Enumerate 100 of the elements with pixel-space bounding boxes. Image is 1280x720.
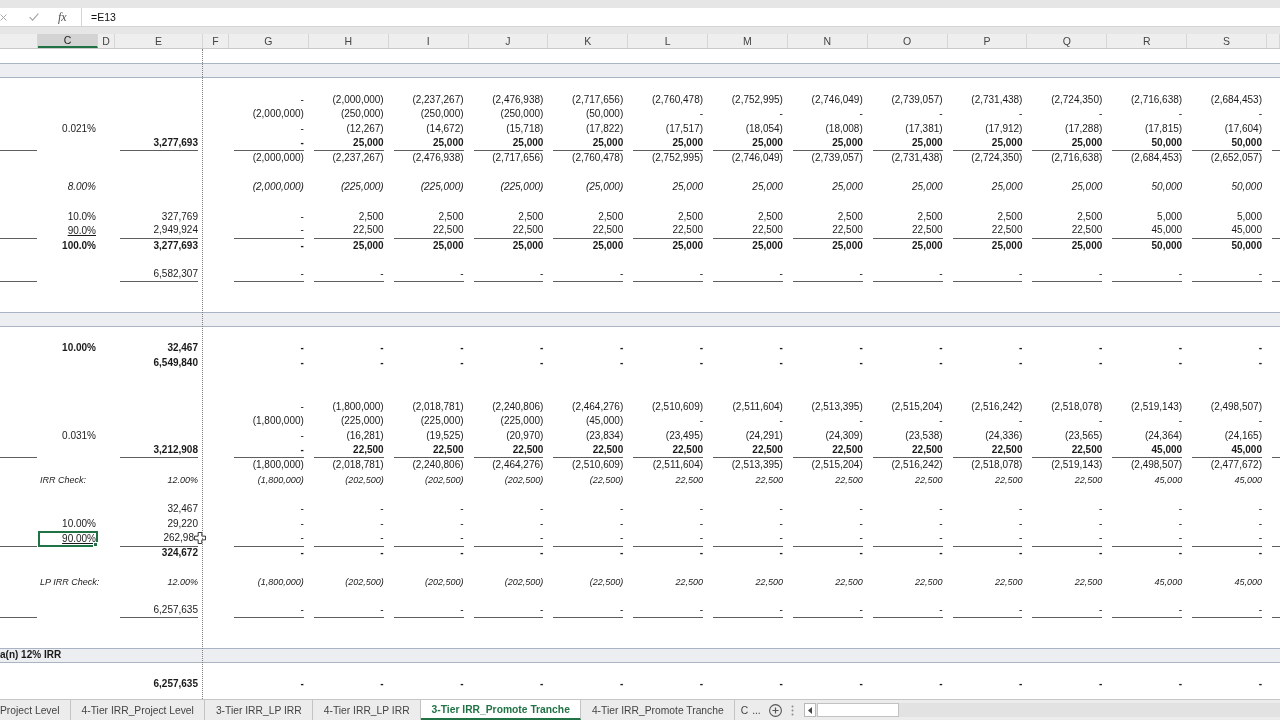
- amount-text: -: [380, 678, 384, 691]
- column-header[interactable]: S: [1187, 34, 1267, 48]
- amount-text: -: [1019, 342, 1023, 355]
- amount-text: 25,000: [752, 239, 783, 252]
- amount-text: 25,000: [672, 136, 704, 149]
- amount-text: -: [619, 357, 624, 369]
- amount-text: (2,513,395): [811, 400, 863, 413]
- amount-text: (2,464,276): [572, 400, 624, 413]
- scroll-left-button[interactable]: [803, 703, 816, 717]
- column-header[interactable]: N: [787, 34, 868, 48]
- sheet-tab[interactable]: 3-Tier IRR_LP IRR: [204, 700, 313, 720]
- amount-text: 22,500: [991, 443, 1023, 456]
- amount-text: 324,672: [161, 546, 198, 559]
- column-header[interactable]: L: [628, 34, 709, 48]
- column-header[interactable]: M: [708, 34, 788, 48]
- sheet-tab[interactable]: 3-Tier IRR_Promote Tranche: [420, 700, 581, 720]
- insert-function-button[interactable]: fx: [56, 10, 69, 24]
- amount-text: 22,500: [592, 224, 624, 237]
- amount-text: -: [460, 546, 464, 559]
- amount-text: 50,000: [1231, 181, 1262, 194]
- amount-text: (225,000): [420, 181, 464, 194]
- close-icon[interactable]: [0, 13, 7, 21]
- formula-input[interactable]: =E13: [81, 8, 1280, 26]
- scrollbar-thumb[interactable]: [816, 703, 899, 717]
- sheet-tab[interactable]: 4-Tier IRR_LP IRR: [312, 700, 421, 720]
- amount-text: 25,000: [752, 181, 783, 194]
- column-header[interactable]: H: [308, 34, 389, 48]
- column-header[interactable]: I: [388, 34, 469, 48]
- column-header[interactable]: R: [1107, 34, 1188, 48]
- column-header[interactable]: F: [203, 34, 229, 48]
- amount-text: 50,000: [1231, 136, 1262, 149]
- column-header[interactable]: P: [947, 34, 1028, 48]
- sheet-tab[interactable]: C: [734, 700, 751, 720]
- amount-text: (2,511,604): [732, 400, 783, 413]
- amount-text: (2,519,143): [1131, 400, 1183, 413]
- amount-text: (225,000): [340, 181, 384, 194]
- amount-text: (2,518,078): [971, 459, 1023, 472]
- column-header[interactable]: J: [468, 34, 549, 48]
- amount-text: (2,515,204): [811, 459, 863, 472]
- column-header[interactable]: C: [38, 34, 98, 48]
- amount-text: 25,000: [432, 136, 464, 149]
- amount-text: 22,500: [1071, 443, 1103, 456]
- amount-text: -: [300, 210, 304, 223]
- amount-text: (2,000,000): [252, 181, 304, 194]
- amount-text: 45,000: [1231, 224, 1262, 237]
- amount-text: (24,309): [825, 429, 863, 442]
- amount-text: 22,500: [915, 473, 943, 486]
- sheet-tab[interactable]: Project Level: [0, 700, 71, 720]
- sheet-tab[interactable]: 4-Tier IRR_Promote Tranche: [580, 700, 735, 720]
- amount-text: 50,000: [1151, 136, 1183, 149]
- amount-text: 12.00%: [167, 473, 198, 486]
- amount-text: 50,000: [1151, 239, 1183, 252]
- amount-text: -: [939, 357, 943, 369]
- column-header[interactable]: G: [229, 34, 309, 48]
- rate-text: 100.0%: [62, 239, 96, 252]
- amount-text: -: [779, 342, 783, 355]
- amount-text: 25,000: [991, 136, 1023, 149]
- column-header[interactable]: D: [98, 34, 115, 48]
- amount-text: -: [380, 268, 384, 281]
- add-sheet-icon[interactable]: [768, 703, 782, 717]
- amount-text: -: [380, 502, 384, 515]
- amount-text: -: [300, 604, 304, 617]
- check-icon[interactable]: [29, 13, 39, 21]
- amount-text: -: [859, 678, 863, 691]
- amount-text: -: [859, 502, 863, 515]
- amount-text: (225,000): [340, 415, 384, 428]
- amount-text: -: [1258, 357, 1262, 369]
- fill-handle[interactable]: [93, 541, 98, 547]
- amount-text: -: [699, 342, 704, 355]
- active-cell[interactable]: 90.00%: [38, 530, 98, 547]
- sheet-tab[interactable]: 4-Tier IRR_Project Level: [70, 700, 205, 720]
- drag-handle-icon[interactable]: [790, 704, 794, 716]
- amount-text: (2,724,350): [1051, 93, 1103, 106]
- amount-text: 25,000: [912, 136, 943, 149]
- amount-text: (2,476,938): [492, 93, 544, 106]
- amount-text: 2,500: [598, 210, 624, 223]
- column-header[interactable]: O: [867, 34, 948, 48]
- amount-text: 25,000: [991, 181, 1023, 194]
- amount-text: -: [380, 546, 384, 559]
- column-header[interactable]: Q: [1027, 34, 1108, 48]
- amount-text: (250,000): [340, 108, 384, 121]
- amount-text: -: [779, 502, 783, 515]
- more-tabs-button[interactable]: ...: [750, 700, 763, 720]
- amount-text: -: [1178, 415, 1183, 428]
- amount-text: 6,582,307: [153, 268, 198, 281]
- amount-text: -: [1019, 604, 1023, 617]
- amount-text: -: [300, 400, 304, 413]
- amount-text: -: [540, 342, 544, 355]
- amount-text: (17,815): [1144, 123, 1183, 136]
- rate-text: 0.031%: [62, 429, 96, 442]
- amount-text: (2,498,507): [1210, 400, 1262, 413]
- amount-text: 22,500: [994, 473, 1023, 486]
- column-header[interactable]: K: [548, 34, 629, 48]
- amount-text: -: [1019, 108, 1023, 121]
- column-header[interactable]: E: [115, 34, 203, 48]
- amount-text: (18,008): [825, 123, 863, 136]
- amount-text: 50,000: [1231, 239, 1262, 252]
- amount-text: 25,000: [912, 239, 943, 252]
- amount-text: -: [619, 531, 624, 544]
- amount-text: -: [1098, 531, 1103, 544]
